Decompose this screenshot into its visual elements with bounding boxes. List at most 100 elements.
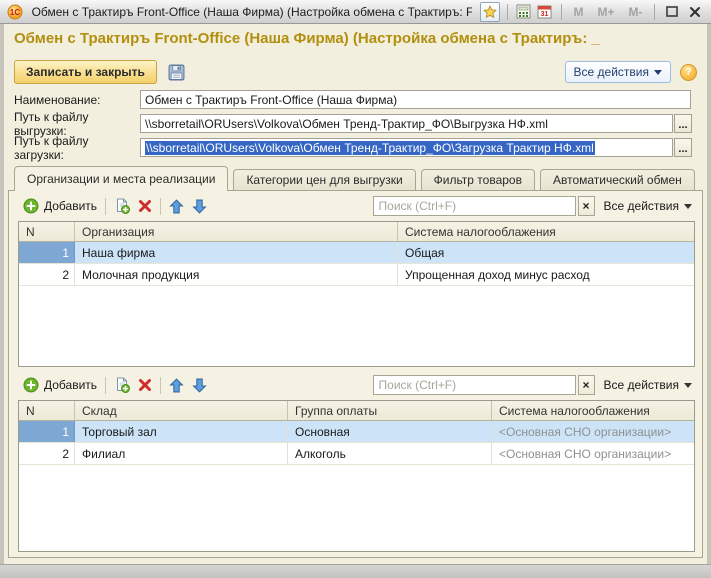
tab-goods-filter[interactable]: Фильтр товаров (421, 169, 535, 191)
help-button[interactable]: ? (680, 64, 697, 81)
titlebar: 1С Обмен с Трактиръ Front-Office (Наша Ф… (0, 0, 711, 24)
close-icon (689, 6, 701, 18)
column-header[interactable]: Склад (75, 401, 288, 420)
table-cell[interactable]: <Основная СНО организации> (492, 421, 694, 442)
search-clear-button[interactable]: × (578, 375, 595, 395)
export-path-value: \\sborretail\ORUsers\Volkova\Обмен Тренд… (145, 117, 548, 131)
table-cell[interactable]: Филиал (75, 443, 288, 464)
search-input[interactable]: Поиск (Ctrl+F) (373, 375, 576, 395)
save-and-close-button[interactable]: Записать и закрыть (14, 60, 157, 84)
main-toolbar: Записать и закрыть Все действия ? (14, 58, 697, 86)
table-all-actions-button[interactable]: Все действия (604, 199, 692, 213)
add-icon (23, 377, 39, 393)
chevron-down-icon (684, 383, 692, 388)
table-row[interactable]: 2Молочная продукцияУпрощенная доход мину… (19, 264, 694, 286)
calendar-button[interactable]: 31 (536, 2, 554, 22)
tab-price-categories[interactable]: Категории цен для выгрузки (233, 169, 415, 191)
table-cell[interactable]: Общая (398, 242, 694, 263)
import-path-value: \\sborretail\ORUsers\Volkova\Обмен Тренд… (145, 141, 595, 155)
titlebar-separator (654, 4, 655, 20)
add-button[interactable]: Добавить (19, 375, 101, 395)
close-button[interactable] (686, 3, 705, 21)
row-number-cell[interactable]: 1 (19, 421, 75, 442)
arrow-up-icon (169, 378, 184, 393)
table-row[interactable]: 1Наша фирмаОбщая (19, 242, 694, 264)
add-label: Добавить (44, 378, 97, 392)
arrow-down-icon (192, 378, 207, 393)
move-up-button[interactable] (165, 197, 188, 216)
toolbar-separator (160, 198, 161, 215)
window-frame-bottom (0, 564, 711, 578)
all-actions-button[interactable]: Все действия (565, 61, 671, 83)
column-header[interactable]: Организация (75, 222, 398, 241)
app-icon: 1С (6, 2, 24, 22)
row-number-cell[interactable]: 2 (19, 264, 75, 285)
add-button[interactable]: Добавить (19, 196, 101, 216)
export-path-input[interactable]: \\sborretail\ORUsers\Volkova\Обмен Тренд… (140, 114, 673, 133)
copy-button[interactable] (110, 375, 134, 395)
table-cell[interactable]: Молочная продукция (75, 264, 398, 285)
import-path-browse-button[interactable]: ... (674, 138, 692, 157)
arrow-down-icon (192, 199, 207, 214)
delete-button[interactable] (134, 376, 156, 394)
svg-text:31: 31 (541, 11, 549, 18)
delete-button[interactable] (134, 197, 156, 215)
warehouses-toolbar: Добавить (15, 372, 696, 398)
move-up-button[interactable] (165, 376, 188, 395)
name-value: Обмен с Трактиръ Front-Office (Наша Фирм… (145, 93, 397, 107)
chevron-down-icon (684, 204, 692, 209)
save-button[interactable] (165, 61, 189, 83)
maximize-icon (666, 6, 678, 17)
table-row[interactable]: 1Торговый залОсновная<Основная СНО орган… (19, 421, 694, 443)
calculator-button[interactable] (514, 2, 532, 22)
column-header[interactable]: N (19, 222, 75, 241)
maximize-button[interactable] (662, 3, 681, 21)
name-input[interactable]: Обмен с Трактиръ Front-Office (Наша Фирм… (140, 90, 691, 109)
arrow-up-icon (169, 199, 184, 214)
export-path-browse-button[interactable]: ... (674, 114, 692, 133)
import-path-field-row: Путь к файлу загрузки: \\sborretail\ORUs… (14, 138, 692, 157)
column-header[interactable]: Система налогооблажения (492, 401, 694, 420)
chevron-down-icon (654, 70, 662, 75)
tab-organizations[interactable]: Организации и места реализации (14, 166, 228, 191)
titlebar-separator (561, 4, 562, 20)
table-header-row: NОрганизацияСистема налогооблажения (19, 222, 694, 242)
move-down-button[interactable] (188, 197, 211, 216)
memory-m-button[interactable]: M (568, 5, 588, 19)
all-actions-label: Все действия (574, 65, 649, 79)
name-field-row: Наименование: Обмен с Трактиръ Front-Off… (14, 90, 691, 109)
table-all-actions-button[interactable]: Все действия (604, 378, 692, 392)
table-cell[interactable]: <Основная СНО организации> (492, 443, 694, 464)
delete-icon (138, 378, 152, 392)
search-input[interactable]: Поиск (Ctrl+F) (373, 196, 576, 216)
tab-strip: Организации и места реализации Категории… (14, 166, 695, 191)
table-row[interactable]: 2ФилиалАлкоголь<Основная СНО организации… (19, 443, 694, 465)
titlebar-separator (507, 4, 508, 20)
table-cell[interactable]: Торговый зал (75, 421, 288, 442)
table-cell[interactable]: Упрощенная доход минус расход (398, 264, 694, 285)
svg-text:1С: 1С (10, 8, 20, 17)
column-header[interactable]: Система налогооблажения (398, 222, 694, 241)
floppy-icon (168, 64, 185, 81)
favorites-button[interactable] (480, 2, 500, 22)
calendar-icon: 31 (537, 4, 552, 19)
import-path-input[interactable]: \\sborretail\ORUsers\Volkova\Обмен Тренд… (140, 138, 673, 157)
tab-automatic-exchange[interactable]: Автоматический обмен (540, 169, 695, 191)
column-header[interactable]: N (19, 401, 75, 420)
move-down-button[interactable] (188, 376, 211, 395)
row-number-cell[interactable]: 2 (19, 443, 75, 464)
memory-m-minus-button[interactable]: M- (623, 5, 647, 19)
name-label: Наименование: (14, 93, 140, 107)
toolbar-separator (105, 377, 106, 394)
copy-button[interactable] (110, 196, 134, 216)
table-cell[interactable]: Основная (288, 421, 492, 442)
page-title: Обмен с Трактиръ Front-Office (Наша Фирм… (14, 30, 702, 47)
search-clear-button[interactable]: × (578, 196, 595, 216)
column-header[interactable]: Группа оплаты (288, 401, 492, 420)
calculator-icon (516, 4, 531, 19)
memory-m-plus-button[interactable]: M+ (592, 5, 619, 19)
table-cell[interactable]: Наша фирма (75, 242, 398, 263)
tab-panel: Добавить (8, 190, 703, 558)
table-cell[interactable]: Алкоголь (288, 443, 492, 464)
row-number-cell[interactable]: 1 (19, 242, 75, 263)
